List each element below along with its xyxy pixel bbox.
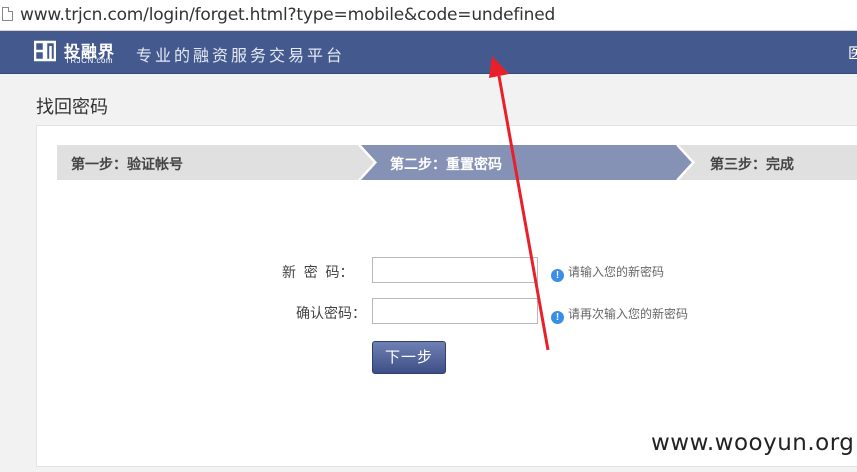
page-title: 找回密码 [36,97,108,117]
logo-domain-text: TRJCN.com [65,56,114,65]
info-icon: ! [551,269,564,282]
info-icon: ! [551,311,564,324]
url-text[interactable]: www.trjcn.com/login/forget.html?type=mob… [20,5,555,25]
new-password-input[interactable] [372,257,538,283]
header-right-link[interactable]: 医 [848,42,857,63]
browser-address-bar[interactable]: www.trjcn.com/login/forget.html?type=mob… [0,0,857,31]
watermark: www.wooyun.org [651,430,855,456]
new-password-hint: ! 请输入您的新密码 [551,263,664,282]
confirm-password-label: 确认密码： [296,305,366,321]
logo-mark-icon [34,40,56,62]
new-password-hint-text: 请输入您的新密码 [568,265,665,279]
step-2-reset-password: 第二步：重置密码 [390,156,502,172]
new-password-label: 新 密 码： [282,264,354,280]
step-3-complete: 第三步：完成 [710,156,794,172]
next-step-button[interactable]: 下一步 [372,341,446,374]
confirm-password-hint: ! 请再次输入您的新密码 [551,305,688,324]
site-slogan: 专业的融资服务交易平台 [136,46,346,65]
page-icon [2,7,13,21]
confirm-password-hint-text: 请再次输入您的新密码 [568,307,689,321]
step-progress-bar: 第一步：验证帐号 第二步：重置密码 第三步：完成 [57,145,857,180]
site-header: 投融界 TRJCN.com 专业的融资服务交易平台 医 [0,31,857,74]
confirm-password-input[interactable] [372,298,538,324]
step-1-verify-account: 第一步：验证帐号 [71,156,183,172]
